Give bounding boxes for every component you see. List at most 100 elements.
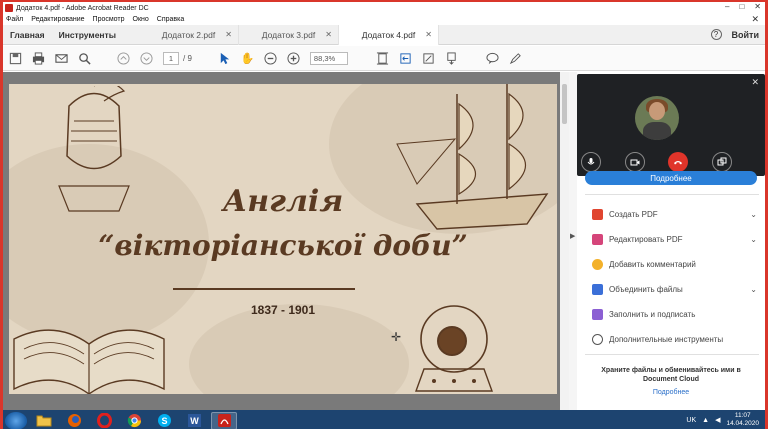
volume-icon[interactable]: ◀: [715, 416, 720, 424]
more-tools-item[interactable]: Дополнительные инструменты: [592, 332, 757, 346]
svg-text:S: S: [161, 416, 167, 426]
close-video-icon[interactable]: ✕: [751, 77, 759, 88]
chevron-down-icon[interactable]: ⌄: [750, 285, 757, 294]
more-details-button[interactable]: Подробнее: [585, 171, 757, 185]
menu-file[interactable]: Файл: [6, 16, 23, 23]
fit-width-icon[interactable]: [399, 52, 412, 65]
zoom-out-icon[interactable]: [264, 51, 277, 65]
comment-icon[interactable]: [486, 52, 499, 65]
video-call-overlay: ✕: [577, 74, 765, 176]
edit-pdf-icon: [592, 233, 603, 245]
tab-bar: Главная Инструменты Додаток 2.pdf ✕ Дода…: [3, 24, 765, 45]
language-indicator[interactable]: UK: [686, 417, 696, 424]
tab-document-label: Додаток 2.pdf: [161, 29, 216, 40]
tab-home[interactable]: Главная: [3, 30, 52, 40]
opera-icon[interactable]: [91, 412, 117, 429]
scroll-mode-icon[interactable]: [445, 51, 458, 65]
close-window-button[interactable]: ✕: [754, 2, 761, 11]
close-tab-icon[interactable]: ✕: [425, 30, 432, 39]
menu-window[interactable]: Окно: [133, 16, 149, 23]
title-bar: Додаток 4.pdf - Adobe Acrobat Reader DC …: [3, 2, 765, 14]
combine-files-icon: [592, 283, 603, 295]
microphone-icon[interactable]: [581, 152, 601, 172]
word-icon[interactable]: W: [181, 412, 207, 429]
mouse-cursor-icon: ✛: [391, 330, 402, 344]
tab-document[interactable]: Додаток 2.pdf ✕: [139, 24, 239, 45]
help-icon[interactable]: ?: [710, 29, 722, 40]
fill-sign-icon: [592, 308, 603, 320]
network-icon[interactable]: ▲: [702, 417, 709, 424]
create-pdf-item[interactable]: Создать PDF ⌄: [592, 207, 757, 221]
explorer-icon[interactable]: [31, 412, 57, 429]
fill-sign-item[interactable]: Заполнить и подписать: [592, 307, 757, 321]
chrome-icon[interactable]: [121, 412, 147, 429]
page-total: / 9: [183, 53, 192, 63]
hand-tool-icon[interactable]: ✋: [241, 52, 255, 65]
combine-files-item[interactable]: Объединить файлы ⌄: [592, 282, 757, 296]
slide-title-line-1: Англія: [222, 184, 344, 219]
window-title: Додаток 4.pdf - Adobe Acrobat Reader DC: [16, 4, 149, 12]
acrobat-icon[interactable]: [211, 411, 237, 429]
zoom-level-select[interactable]: 88,3%: [309, 51, 348, 65]
skype-icon[interactable]: S: [151, 412, 177, 429]
combine-files-label: Объединить файлы: [609, 284, 683, 294]
clock[interactable]: 11:07 14.04.2020: [726, 412, 759, 428]
close-tab-icon[interactable]: ✕: [225, 30, 232, 39]
end-call-icon[interactable]: [668, 152, 688, 172]
svg-text:W: W: [190, 416, 199, 426]
close-tab-icon[interactable]: ✕: [325, 30, 332, 39]
draw-pen-icon[interactable]: [509, 52, 522, 65]
chevron-down-icon[interactable]: ⌄: [750, 235, 757, 244]
previous-page-icon[interactable]: [117, 51, 130, 65]
save-icon[interactable]: [9, 52, 22, 65]
pdf-page: Англія “вікторіанської доби” 1837 - 1901…: [9, 84, 557, 394]
next-page-icon[interactable]: [140, 51, 153, 65]
pane-collapse-bar[interactable]: ▶: [569, 72, 577, 410]
email-icon[interactable]: [55, 52, 68, 65]
add-comment-item[interactable]: Добавить комментарий: [592, 257, 757, 271]
minimize-button[interactable]: –: [725, 2, 729, 11]
document-view[interactable]: Англія “вікторіанської доби” 1837 - 1901…: [3, 72, 569, 410]
menu-edit[interactable]: Редактирование: [31, 16, 84, 23]
full-screen-icon[interactable]: [422, 52, 435, 65]
firefox-icon[interactable]: [61, 412, 87, 429]
tab-document[interactable]: Додаток 3.pdf ✕: [239, 24, 339, 45]
slide-title-line-2: “вікторіанської доби”: [98, 229, 468, 262]
document-cloud-link[interactable]: Подробнее: [587, 389, 755, 396]
fill-sign-label: Заполнить и подписать: [609, 309, 696, 319]
tab-document-active[interactable]: Додаток 4.pdf ✕: [338, 24, 439, 45]
camera-icon[interactable]: [625, 152, 645, 172]
switch-window-icon[interactable]: [712, 152, 732, 172]
scrollbar-thumb[interactable]: [562, 84, 567, 124]
tab-document-label: Додаток 3.pdf: [261, 29, 316, 40]
clock-time: 11:07: [734, 412, 751, 419]
start-button[interactable]: [5, 411, 27, 429]
chevron-down-icon[interactable]: ⌄: [750, 210, 757, 219]
menu-view[interactable]: Просмотр: [93, 16, 125, 23]
select-cursor-icon[interactable]: [218, 52, 231, 65]
add-comment-icon: [592, 258, 603, 270]
zoom-in-icon[interactable]: [287, 51, 300, 65]
edit-pdf-label: Редактировать PDF: [609, 234, 683, 244]
acrobat-app-icon: [5, 4, 13, 12]
vertical-scrollbar[interactable]: [560, 72, 569, 410]
print-icon[interactable]: [32, 51, 45, 65]
windows-taskbar: S W UK ▲ ◀ 11:07 14.04.2020: [3, 410, 765, 429]
add-comment-label: Добавить комментарий: [609, 259, 696, 269]
menu-help[interactable]: Справка: [157, 16, 184, 23]
page-number-input[interactable]: 1: [163, 51, 179, 65]
fit-page-icon[interactable]: [376, 51, 389, 65]
toolbar: 1 / 9 ✋ 88,3%: [3, 46, 765, 71]
maximize-button[interactable]: □: [739, 2, 744, 11]
sign-in-button[interactable]: Войти: [732, 30, 759, 40]
tools-pane: ‹ ⚲ ✕ Подробнее: [577, 72, 765, 410]
tab-tools[interactable]: Инструменты: [52, 30, 123, 40]
title-divider: [173, 288, 355, 290]
close-document-icon[interactable]: ✕: [751, 14, 759, 25]
create-pdf-label: Создать PDF: [609, 209, 658, 219]
expand-pane-icon[interactable]: ▶: [570, 232, 575, 240]
document-cloud-text: Храните файлы и обменивайтесь ими в Docu…: [601, 367, 741, 383]
edit-pdf-item[interactable]: Редактировать PDF ⌄: [592, 232, 757, 246]
more-tools-icon: [592, 333, 603, 345]
search-icon[interactable]: [78, 52, 91, 65]
